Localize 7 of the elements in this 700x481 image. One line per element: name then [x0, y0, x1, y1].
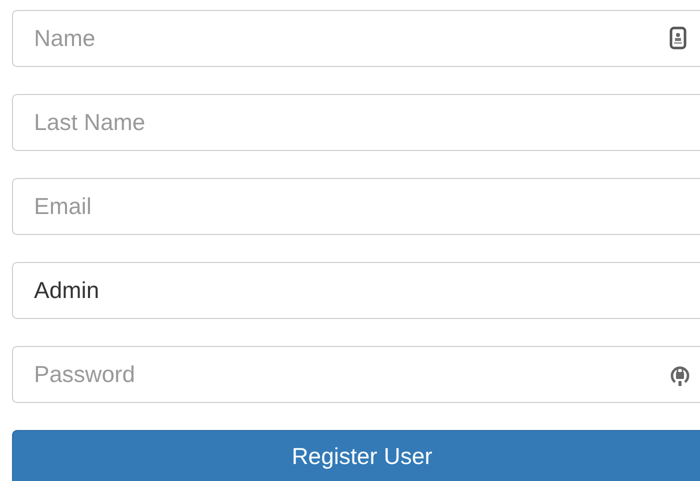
text-field[interactable]: Name — [12, 10, 700, 67]
text-field[interactable]: Last Name — [12, 94, 700, 151]
register-button[interactable]: Register User — [12, 430, 700, 481]
text-field[interactable]: Email — [12, 178, 700, 235]
text-field[interactable]: Admin — [12, 262, 700, 319]
text-field[interactable]: Password — [12, 346, 700, 403]
contact-icon — [669, 26, 687, 50]
